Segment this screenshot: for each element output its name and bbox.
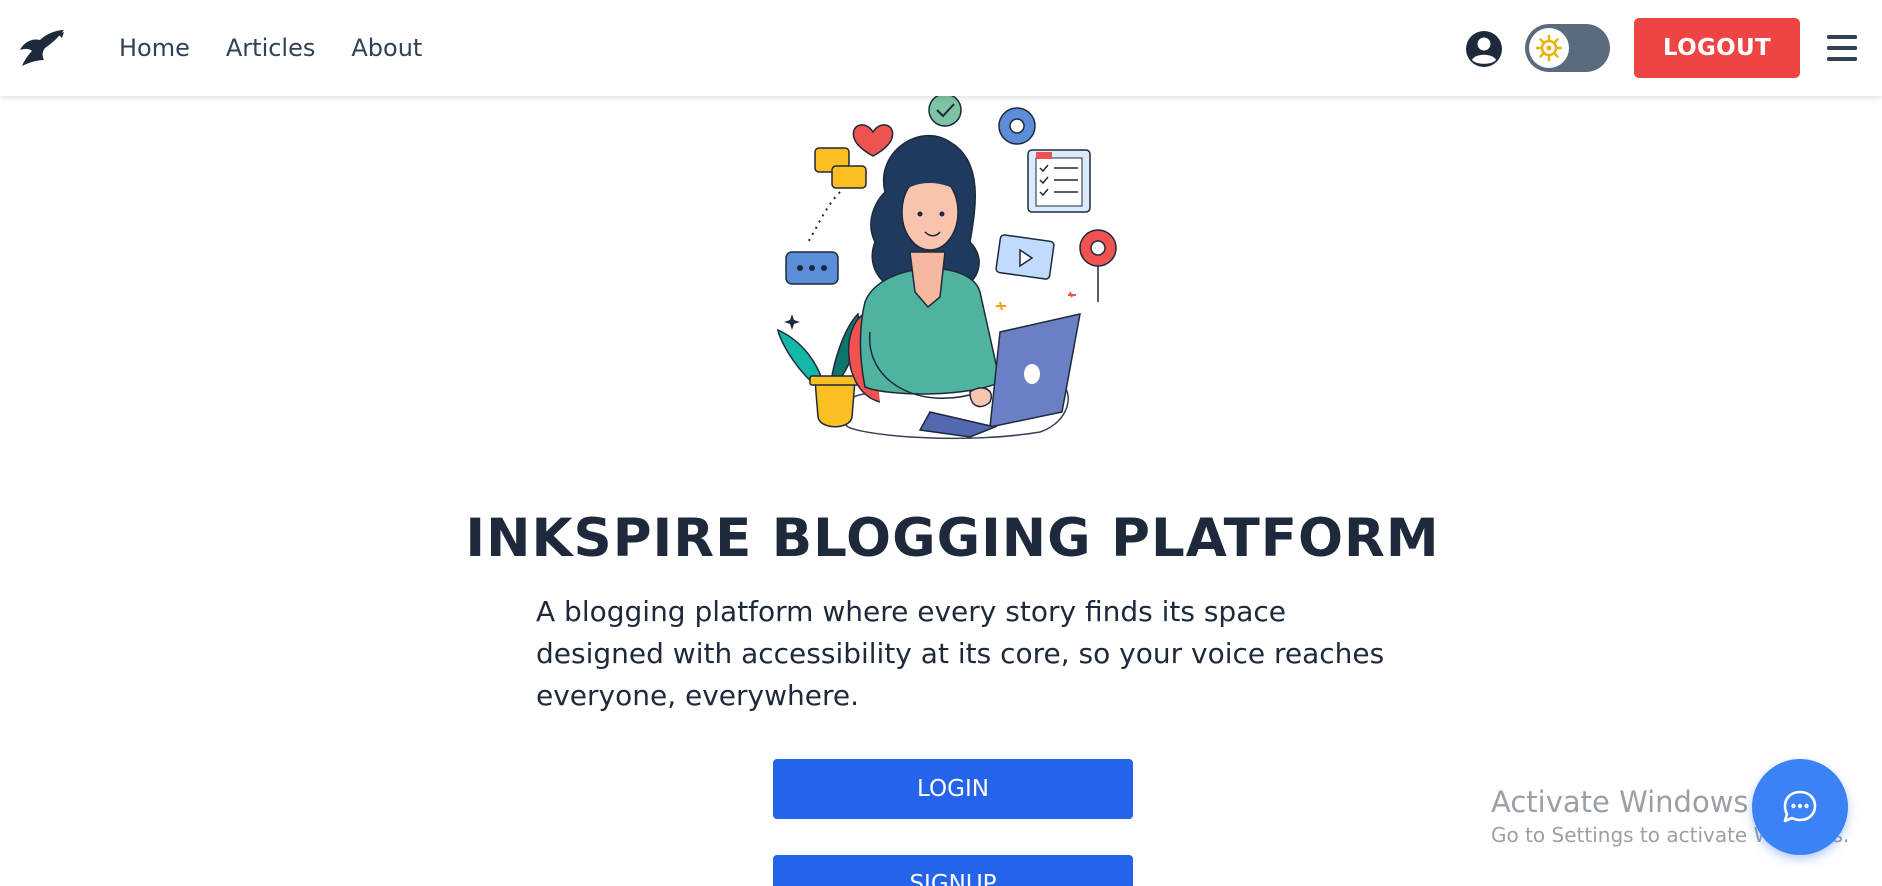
chat-button[interactable] <box>1752 759 1848 855</box>
nav-link-articles[interactable]: Articles <box>226 34 316 62</box>
hero-title: INKSPIRE BLOGGING PLATFORM <box>465 508 1440 569</box>
hero-description: A blogging platform where every story fi… <box>536 595 1385 712</box>
hamburger-menu-icon[interactable] <box>1826 32 1858 64</box>
theme-toggle[interactable] <box>1525 24 1610 72</box>
bird-logo-icon[interactable] <box>18 28 68 68</box>
nav-link-home[interactable]: Home <box>119 34 190 62</box>
logout-button[interactable]: LOGOUT <box>1634 18 1800 78</box>
user-circle-icon[interactable] <box>1465 30 1503 68</box>
chat-bubble-icon <box>1783 790 1817 823</box>
signup-button[interactable]: SIGNUP <box>773 855 1133 886</box>
nav-link-about[interactable]: About <box>351 34 422 62</box>
sun-gear-icon <box>1535 34 1563 62</box>
toggle-knob <box>1529 28 1569 68</box>
login-button[interactable]: LOGIN <box>773 759 1133 819</box>
top-navbar: Home Articles About LOGOUT <box>0 0 1882 96</box>
nav-links: Home Articles About <box>119 0 422 96</box>
woman-blogging-laptop-illustration <box>777 93 1117 440</box>
